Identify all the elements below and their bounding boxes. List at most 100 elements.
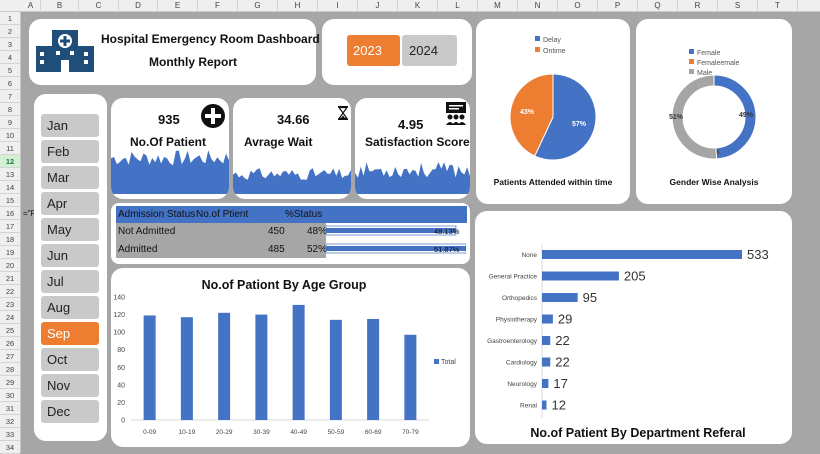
row-header-9[interactable]: 9 — [0, 116, 20, 129]
row-header-3[interactable]: 3 — [0, 38, 20, 51]
row-header-27[interactable]: 27 — [0, 350, 20, 363]
column-header-P[interactable]: P — [598, 0, 638, 12]
bar-data-label: 22 — [555, 333, 569, 348]
legend-swatch — [689, 49, 694, 54]
row-header-11[interactable]: 11 — [0, 142, 20, 155]
row-header-25[interactable]: 25 — [0, 324, 20, 337]
row-header-17[interactable]: 17 — [0, 220, 20, 233]
column-header-F[interactable]: F — [198, 0, 238, 12]
row-header-23[interactable]: 23 — [0, 298, 20, 311]
column-header-C[interactable]: C — [79, 0, 119, 12]
month-button-jul[interactable]: Jul — [41, 270, 99, 293]
month-button-aug[interactable]: Aug — [41, 296, 99, 319]
column-header-R[interactable]: R — [678, 0, 718, 12]
row-header-6[interactable]: 6 — [0, 77, 20, 90]
month-button-jun[interactable]: Jun — [41, 244, 99, 267]
row-header-26[interactable]: 26 — [0, 337, 20, 350]
column-header-Q[interactable]: Q — [638, 0, 678, 12]
row-header-24[interactable]: 24 — [0, 311, 20, 324]
legend-label: Total — [441, 359, 456, 366]
donut-data-label: 49% — [739, 112, 754, 119]
column-header-T[interactable]: T — [758, 0, 798, 12]
row-header-2[interactable]: 2 — [0, 25, 20, 38]
column-header-B[interactable]: B — [41, 0, 79, 12]
month-button-oct[interactable]: Oct — [41, 348, 99, 371]
bar — [542, 271, 619, 281]
row-header-10[interactable]: 10 — [0, 129, 20, 142]
month-button-nov[interactable]: Nov — [41, 374, 99, 397]
row-header-33[interactable]: 33 — [0, 428, 20, 441]
dashboard-subtitle: Monthly Report — [149, 55, 237, 69]
row-header-29[interactable]: 29 — [0, 376, 20, 389]
x-tick-label: 0-09 — [143, 429, 156, 436]
chart-title: No.of Pationt By Age Group — [202, 278, 367, 292]
column-header-N[interactable]: N — [518, 0, 558, 12]
row-header-13[interactable]: 13 — [0, 168, 20, 181]
y-tick-label: 80 — [117, 347, 125, 354]
month-button-mar[interactable]: Mar — [41, 166, 99, 189]
gender-donut-chart: FemaleFemaleemaleMale49%0%51%Gender Wise… — [669, 49, 759, 187]
row-header-8[interactable]: 8 — [0, 103, 20, 116]
department-referral-chart: None 533 General Practice 205 Orthopedics 95 P… — [487, 244, 769, 440]
plus-circle-icon — [201, 104, 225, 128]
row-header-19[interactable]: 19 — [0, 246, 20, 259]
row-header-15[interactable]: 15 — [0, 194, 20, 207]
legend-label: Delay — [543, 37, 561, 44]
column-header-I[interactable]: I — [318, 0, 358, 12]
row-header-31[interactable]: 31 — [0, 402, 20, 415]
legend-label: Ontime — [543, 48, 566, 55]
row-header-12[interactable]: 12 — [0, 155, 20, 168]
column-header-A[interactable]: A — [21, 0, 41, 12]
column-header-H[interactable]: H — [278, 0, 318, 12]
bar-data-label: 12 — [552, 398, 566, 413]
y-tick-label: Neurology — [507, 381, 537, 388]
column-header-O[interactable]: O — [558, 0, 598, 12]
year-button-2023[interactable]: 2023 — [347, 35, 400, 66]
row-header-18[interactable]: 18 — [0, 233, 20, 246]
row-header-32[interactable]: 32 — [0, 415, 20, 428]
month-button-may[interactable]: May — [41, 218, 99, 241]
row-header-30[interactable]: 30 — [0, 389, 20, 402]
chart-title: Gender Wise Analysis — [670, 177, 759, 187]
row-header-7[interactable]: 7 — [0, 90, 20, 103]
y-tick-label: 140 — [113, 295, 125, 302]
year-button-2024[interactable]: 2024 — [402, 35, 457, 66]
row-header-bar: 1 2 3 4 5 6 7 8 9 10 11 12 13 14 15 16 17 18 19 20 21 22 23 24 2… — [0, 12, 21, 454]
row-header-5[interactable]: 5 — [0, 64, 20, 77]
column-header-D[interactable]: D — [119, 0, 158, 12]
row-header-16[interactable]: 16 — [0, 207, 20, 220]
y-tick-label: 40 — [117, 382, 125, 389]
admission-count-cell: 485 — [268, 244, 285, 255]
row-header-14[interactable]: 14 — [0, 181, 20, 194]
kpi-satisfaction-label: Satisfaction Score — [365, 135, 470, 149]
bar — [404, 334, 417, 420]
y-tick-label: None — [521, 252, 537, 259]
admission-header-status: Admission Status — [118, 209, 196, 220]
row-header-28[interactable]: 28 — [0, 363, 20, 376]
column-header-L[interactable]: L — [438, 0, 478, 12]
month-button-feb[interactable]: Feb — [41, 140, 99, 163]
year-card: 2023 2024 — [322, 19, 472, 85]
column-header-J[interactable]: J — [358, 0, 398, 12]
month-button-sep[interactable]: Sep — [41, 322, 99, 345]
kpi-satisfaction-value: 4.95 — [398, 117, 424, 132]
column-header-G[interactable]: G — [238, 0, 278, 12]
row-header-22[interactable]: 22 — [0, 285, 20, 298]
row-header-34[interactable]: 34 — [0, 441, 20, 454]
y-tick-label: 100 — [113, 330, 125, 337]
month-button-dec[interactable]: Dec — [41, 400, 99, 423]
column-header-S[interactable]: S — [718, 0, 758, 12]
column-header-E[interactable]: E — [158, 0, 198, 12]
month-button-apr[interactable]: Apr — [41, 192, 99, 215]
x-tick-label: 50-59 — [328, 429, 345, 436]
column-header-K[interactable]: K — [398, 0, 438, 12]
bar — [542, 250, 742, 259]
column-header-M[interactable]: M — [478, 0, 518, 12]
row-header-21[interactable]: 21 — [0, 272, 20, 285]
month-button-jan[interactable]: Jan — [41, 114, 99, 137]
row-header-4[interactable]: 4 — [0, 51, 20, 64]
row-header-1[interactable]: 1 — [0, 12, 20, 25]
y-tick-label: 0 — [121, 418, 125, 425]
row-header-20[interactable]: 20 — [0, 259, 20, 272]
donut-data-label: 51% — [669, 114, 684, 121]
